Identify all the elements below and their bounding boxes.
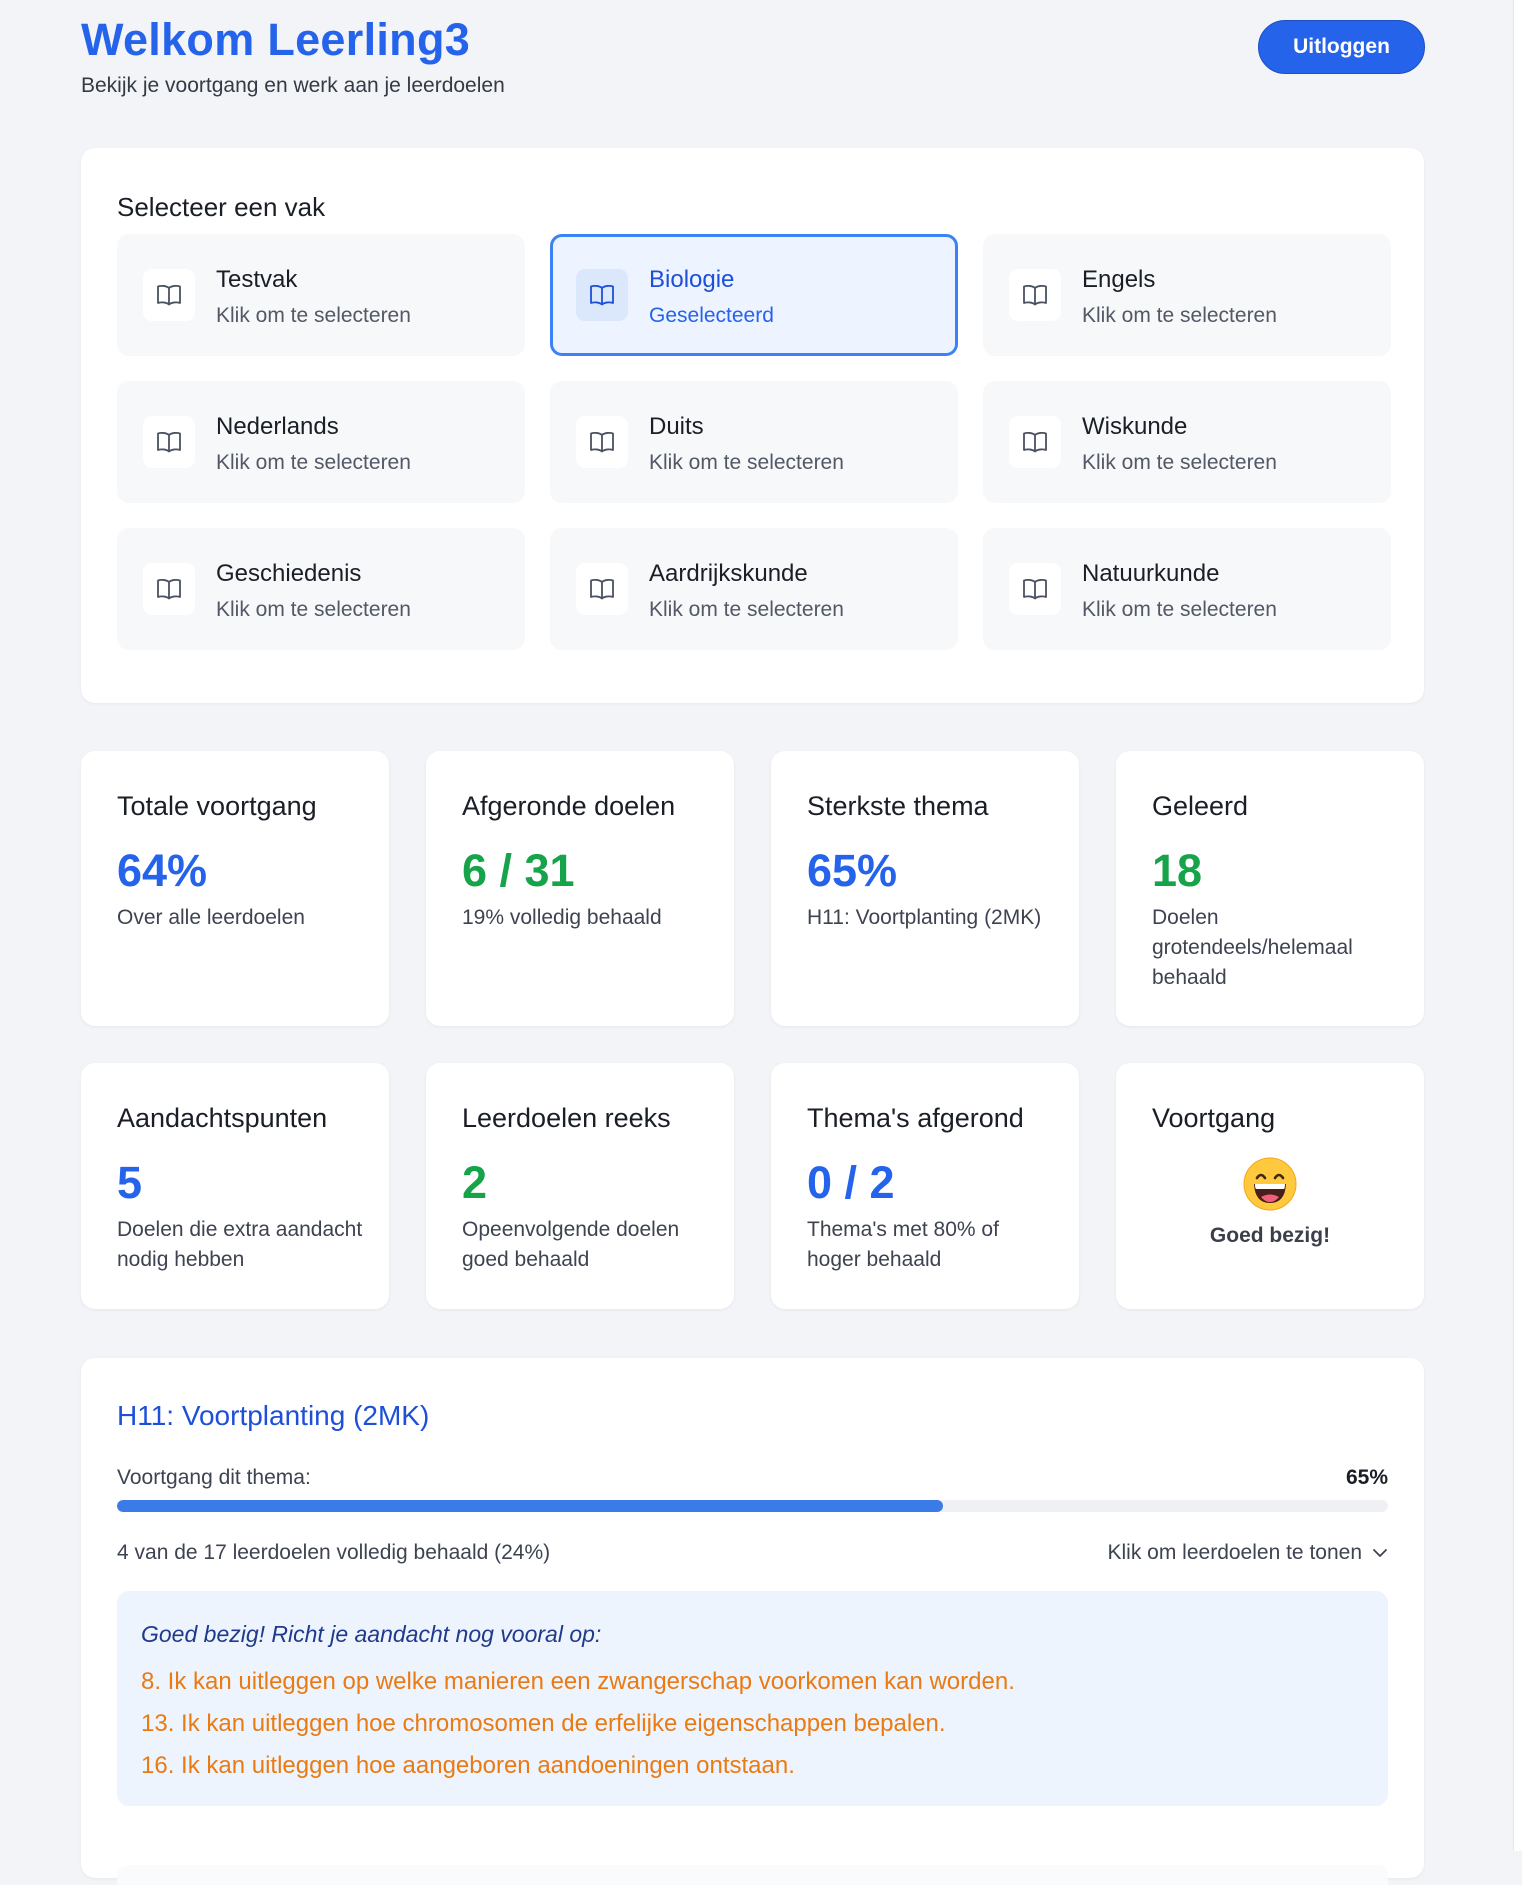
subject-name: Aardrijkskunde [649,560,808,587]
subject-hint: Klik om te selecteren [1082,304,1277,327]
stat-description: Thema's met 80% of hoger behaald [807,1218,999,1271]
stat-label: Aandachtspunten [117,1103,328,1133]
subject-hint: Klik om te selecteren [649,451,844,474]
subject-name: Geschiedenis [216,560,362,587]
stat-card-total-progress: Totale voortgang 64% Over alle leerdoele… [81,751,389,1026]
stat-card-strongest-theme: Sterkste thema 65% H11: Voortplanting (2… [771,751,1079,1026]
subject-name: Engels [1082,266,1156,293]
book-icon [143,563,195,615]
stat-card-themes-completed: Thema's afgerond 0 / 2 Thema's met 80% o… [771,1063,1079,1309]
subject-selector-heading: Selecteer een vak [117,192,326,222]
subject-hint: Klik om te selecteren [216,598,411,621]
page-title: Welkom Leerling3 [81,14,471,65]
subject-hint: Klik om te selecteren [649,598,844,621]
subject-name: Natuurkunde [1082,560,1220,587]
stat-value: 64% [117,845,208,896]
subject-name: Wiskunde [1082,413,1188,440]
stat-description: H11: Voortplanting (2MK) [807,906,1042,929]
subject-hint: Klik om te selecteren [216,451,411,474]
stat-description: 19% volledig behaald [462,906,662,929]
book-icon [576,269,628,321]
stat-card-attention-points: Aandachtspunten 5 Doelen die extra aanda… [81,1063,389,1309]
subject-card-natuurkunde[interactable]: Natuurkunde Klik om te selecteren [983,528,1391,650]
stat-description: Doelen grotendeels/helemaal behaald [1152,906,1353,989]
book-icon [576,563,628,615]
stat-card-progress-mood: Voortgang Goed bezig! [1116,1063,1424,1309]
stat-value: 5 [117,1157,143,1208]
book-icon [143,269,195,321]
stat-description: Over alle leerdoelen [117,906,305,929]
subject-name: Testvak [216,266,298,293]
stat-card-learned: Geleerd 18 Doelen grotendeels/helemaal b… [1116,751,1424,1026]
subject-card-aardrijkskunde[interactable]: Aardrijkskunde Klik om te selecteren [550,528,958,650]
subject-selector-card: Selecteer een vak Testvak Klik om te sel… [81,148,1424,703]
subject-hint: Klik om te selecteren [216,304,411,327]
theme-progress-bar [117,1500,1388,1512]
subject-hint: Geselecteerd [649,304,774,327]
stat-label: Geleerd [1152,791,1249,821]
book-icon [576,416,628,468]
book-icon [1009,416,1061,468]
theme-progress-label: Voortgang dit thema: [117,1466,311,1489]
stat-label: Voortgang [1152,1103,1276,1133]
stat-description: Opeenvolgende doelen goed behaald [462,1218,680,1271]
dashboard: Welkom Leerling3 Bekijk je voortgang en … [81,0,1425,1885]
book-icon [1009,563,1061,615]
book-icon [143,416,195,468]
stat-value: 6 / 31 [462,845,575,896]
page-header: Welkom Leerling3 Bekijk je voortgang en … [81,0,1425,148]
book-icon [1009,269,1061,321]
next-section-card [117,1865,1388,1885]
theme-card: H11: Voortplanting (2MK) Voortgang dit t… [81,1358,1424,1885]
stat-label: Afgeronde doelen [462,791,676,821]
progress-status-text: Goed bezig! [1209,1224,1331,1247]
logout-button[interactable]: Uitloggen [1258,20,1425,74]
subject-card-biologie[interactable]: Biologie Geselecteerd [550,234,958,356]
subject-card-testvak[interactable]: Testvak Klik om te selecteren [117,234,525,356]
stat-description: Doelen die extra aandacht nodig hebben [117,1218,363,1271]
stat-value: 65% [807,845,898,896]
subject-card-duits[interactable]: Duits Klik om te selecteren [550,381,958,503]
subject-hint: Klik om te selecteren [1082,598,1277,621]
subject-name: Nederlands [216,413,339,440]
show-goals-toggle[interactable]: Klik om leerdoelen te tonen [1108,1541,1389,1565]
focus-panel: Goed bezig! Richt je aandacht nog vooral… [117,1591,1388,1806]
scrollbar[interactable] [1513,0,1522,1851]
chevron-down-icon [1373,1549,1387,1557]
stat-label: Totale voortgang [117,791,317,821]
page-subtitle: Bekijk je voortgang en werk aan je leerd… [81,74,505,97]
stat-value: 2 [462,1157,488,1208]
subject-card-geschiedenis[interactable]: Geschiedenis Klik om te selecteren [117,528,525,650]
subject-name: Duits [649,413,704,440]
stat-label: Leerdoelen reeks [462,1103,671,1133]
theme-title: H11: Voortplanting (2MK) [117,1400,430,1431]
stat-card-completed-goals: Afgeronde doelen 6 / 31 19% volledig beh… [426,751,734,1026]
stat-label: Thema's afgerond [807,1103,1024,1133]
theme-progress-percent: 65% [1345,1466,1388,1489]
subject-name: Biologie [649,266,735,293]
focus-item: 13. Ik kan uitleggen hoe chromosomen de … [141,1710,946,1737]
focus-item: 16. Ik kan uitleggen hoe aangeboren aand… [141,1752,795,1779]
subject-card-nederlands[interactable]: Nederlands Klik om te selecteren [117,381,525,503]
subject-card-wiskunde[interactable]: Wiskunde Klik om te selecteren [983,381,1391,503]
stat-label: Sterkste thema [807,791,989,821]
theme-completed-text: 4 van de 17 leerdoelen volledig behaald … [117,1541,551,1564]
focus-item: 8. Ik kan uitleggen op welke manieren ee… [141,1668,1015,1695]
stat-value: 0 / 2 [807,1157,895,1208]
stat-card-goal-streak: Leerdoelen reeks 2 Opeenvolgende doelen … [426,1063,734,1309]
show-goals-label: Klik om leerdoelen te tonen [1107,1541,1363,1564]
grinning-face-icon [1243,1157,1297,1211]
subject-hint: Klik om te selecteren [1082,451,1277,474]
subject-card-engels[interactable]: Engels Klik om te selecteren [983,234,1391,356]
focus-intro: Goed bezig! Richt je aandacht nog vooral… [141,1621,602,1647]
theme-progress-fill [117,1500,944,1512]
stat-value: 18 [1152,845,1203,896]
